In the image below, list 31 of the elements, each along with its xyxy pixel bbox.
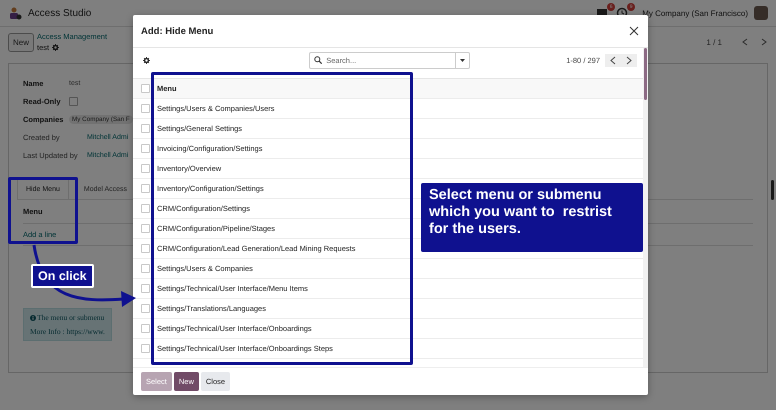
close-icon[interactable] [629,26,639,36]
row-checkbox[interactable] [141,144,150,153]
read-only-checkbox[interactable] [69,97,78,106]
row-checkbox[interactable] [141,184,150,193]
info-icon [30,315,36,321]
row-checkbox[interactable] [141,344,150,353]
row-checkbox[interactable] [141,164,150,173]
row-checkbox[interactable] [141,304,150,313]
dropdown-button[interactable] [455,52,470,68]
row-checkbox[interactable] [141,264,150,273]
avatar-icon[interactable] [754,6,768,20]
row-checkbox[interactable] [141,224,150,233]
dialog-title: Add: Hide Menu [141,26,214,36]
app-title: Access Studio [28,8,92,18]
scrollbar-thumb[interactable] [644,48,647,100]
select-all-checkbox[interactable] [141,84,150,93]
app-logo-icon [8,6,22,20]
new-button[interactable]: New [8,32,34,52]
row-checkbox[interactable] [141,204,150,213]
row-checkbox[interactable] [141,284,150,293]
row-checkbox[interactable] [141,104,150,113]
row-checkbox[interactable] [141,244,150,253]
gear-icon[interactable] [143,56,150,64]
record-pager: 1 / 1 [706,38,722,46]
callout-text: Select menu or submenu which you want to restrist for the users. [421,183,643,252]
row-checkbox[interactable] [141,124,150,133]
highlight-frame [8,177,78,244]
row-checkbox[interactable] [141,324,150,333]
search-icon [314,56,322,64]
caret-icon[interactable] [460,58,466,62]
annotation-label: On click [31,264,94,288]
